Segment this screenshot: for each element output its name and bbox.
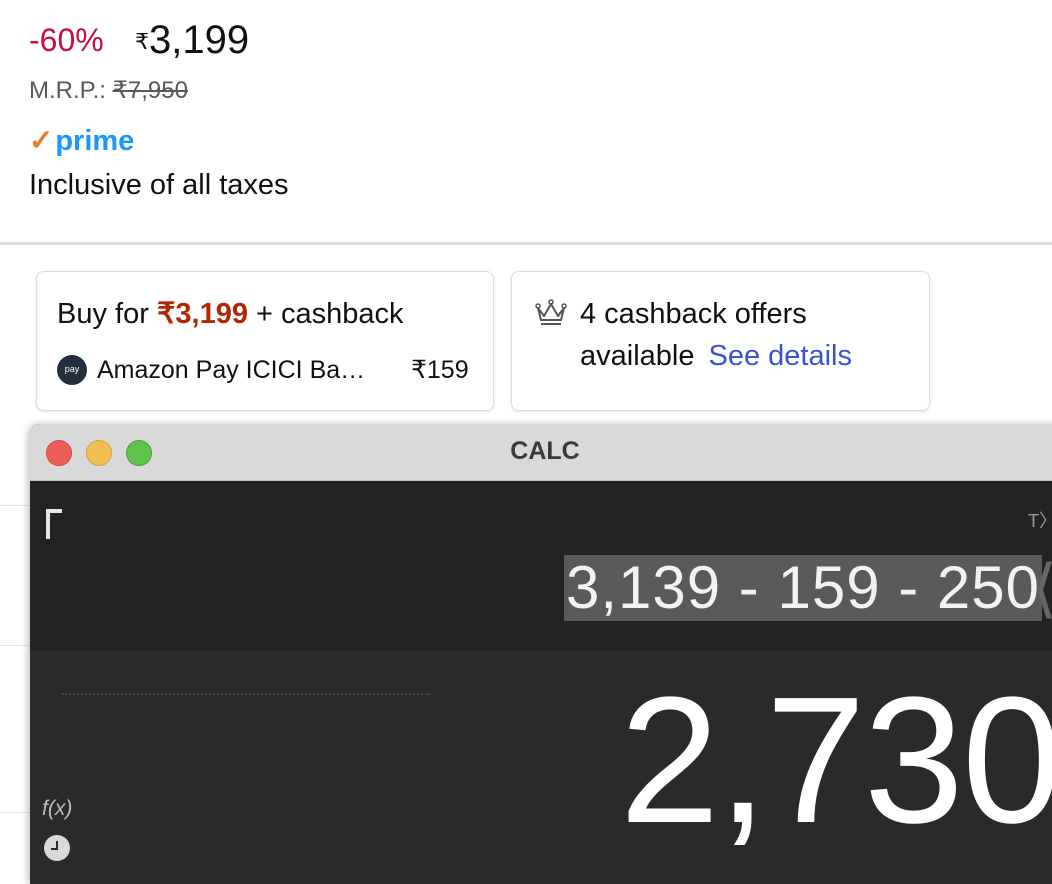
angle-bracket-icon: ⟨	[1032, 551, 1052, 626]
buy-prefix: Buy for	[57, 298, 149, 330]
function-button[interactable]: f(x)	[42, 797, 72, 821]
prime-badge: ✓prime	[29, 124, 134, 158]
mrp: M.R.P.: ₹7,950	[29, 76, 188, 106]
price-currency-symbol: ₹	[135, 29, 149, 54]
prime-check-icon: ✓	[29, 125, 54, 157]
dotted-separator	[62, 693, 430, 695]
result-display: 2,730	[619, 660, 1052, 861]
mrp-label: M.R.P.:	[29, 77, 106, 104]
calc-title: CALC	[510, 437, 580, 465]
expression-input[interactable]: 3,139 - 159 - 250	[563, 555, 1042, 621]
buy-suffix: + cashback	[256, 298, 404, 330]
taxes-note: Inclusive of all taxes	[29, 169, 289, 201]
crown-icon	[535, 299, 567, 325]
left-edge-divider	[0, 505, 30, 506]
price-value: 3,199	[149, 18, 250, 62]
cashback-price-card[interactable]: Buy for ₹3,199 + cashback pay Amazon Pay…	[36, 271, 494, 411]
result-panel: 2,730 f(x)	[30, 651, 1052, 884]
buy-for-line: Buy for ₹3,199 + cashback	[57, 296, 404, 332]
cashback-offers-card[interactable]: 4 cashback offers available See details	[511, 271, 930, 411]
calc-window[interactable]: CALC T〉 3,139 - 159 - 250 ⟨ 2,730 f(x)	[30, 424, 1052, 884]
price: ₹3,199	[135, 18, 249, 71]
amazon-pay-icon: pay	[57, 355, 87, 385]
calc-titlebar[interactable]: CALC	[30, 424, 1052, 481]
mrp-value: ₹7,950	[112, 77, 188, 104]
history-clock-icon[interactable]	[44, 835, 70, 861]
cashback-offers-available: available See details	[580, 338, 852, 374]
left-edge-divider	[0, 645, 30, 646]
section-divider	[0, 242, 1052, 245]
pay-method-name: Amazon Pay ICICI Ba…	[97, 356, 366, 384]
tx-toggle[interactable]: T〉	[1028, 507, 1052, 533]
prime-label: prime	[55, 125, 135, 157]
left-edge-divider	[0, 812, 30, 813]
see-details-link[interactable]: See details	[708, 340, 852, 372]
expression-panel[interactable]: T〉 3,139 - 159 - 250 ⟨	[30, 481, 1052, 651]
corner-bracket-icon[interactable]	[46, 509, 62, 539]
cashback-amount: ₹159	[411, 356, 469, 384]
available-label: available	[580, 340, 695, 372]
cashback-offers-count: 4 cashback offers	[580, 298, 807, 330]
discount-percent: -60%	[29, 22, 104, 58]
buy-price: ₹3,199	[156, 298, 248, 330]
